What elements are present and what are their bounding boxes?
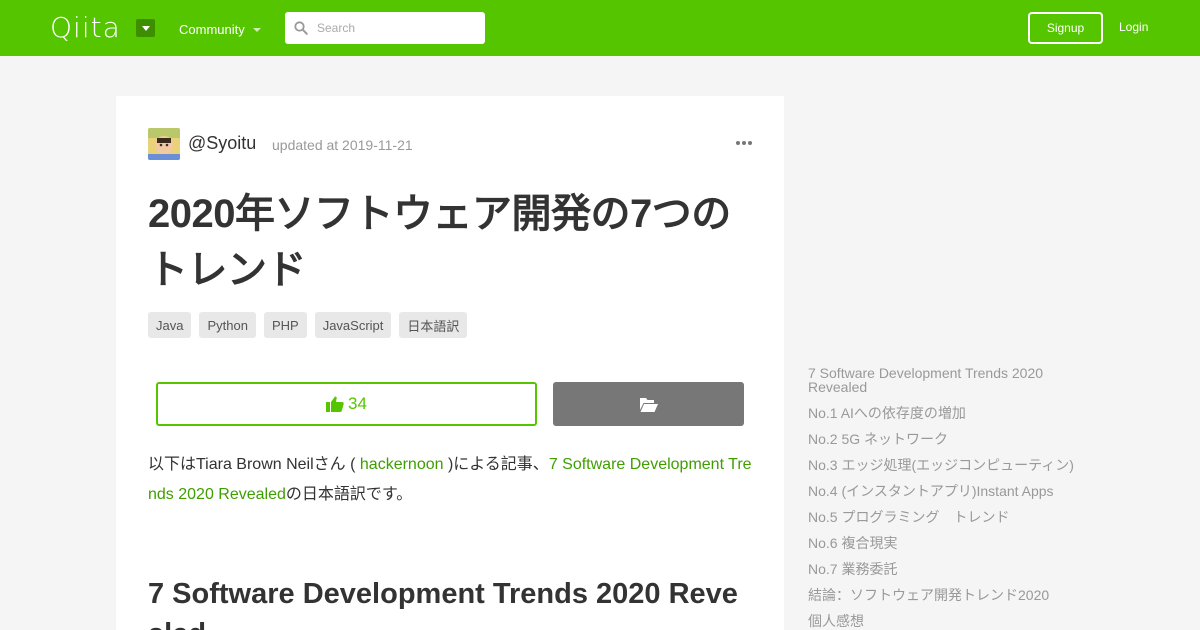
more-options-icon[interactable] — [736, 141, 752, 145]
signup-button[interactable]: Signup — [1028, 12, 1103, 44]
toc-item[interactable]: No.2 5G ネットワーク — [808, 432, 1098, 446]
intro-text-3: の日本語訳です。 — [285, 486, 413, 503]
caret-down-icon — [141, 25, 150, 31]
article-card: @Syoitu updated at 2019-11-21 2020年ソフトウェ… — [116, 96, 784, 630]
hackernoon-link[interactable]: hackernoon — [360, 456, 444, 473]
toc-item[interactable]: 個人感想 — [808, 614, 1098, 628]
global-header: Qiita Community Signup Login — [0, 0, 1200, 56]
toc-item[interactable]: No.5 プログラミング トレンド — [808, 510, 1098, 524]
tag-list: Java Python PHP JavaScript 日本語訳 — [148, 312, 468, 338]
table-of-contents: 7 Software Development Trends 2020 Revea… — [808, 366, 1098, 630]
logo-menu-button[interactable] — [136, 19, 155, 37]
intro-text-2: )による記事、 — [443, 456, 549, 473]
tag-python[interactable]: Python — [199, 312, 256, 338]
toc-item[interactable]: No.7 業務委託 — [808, 562, 1098, 576]
toc-item[interactable]: No.1 AIへの依存度の増加 — [808, 406, 1098, 420]
user-avatar[interactable] — [148, 128, 180, 160]
toc-item[interactable]: No.3 エッジ処理(エッジコンピューティン) — [808, 458, 1098, 472]
section-heading: 7 Software Development Trends 2020 Revea… — [148, 578, 738, 630]
caret-down-icon — [252, 27, 261, 32]
toc-item[interactable]: No.6 複合現実 — [808, 536, 1098, 550]
toc-item[interactable]: 結論：ソフトウェア開発トレンド2020 — [808, 588, 1098, 602]
like-button[interactable]: 34 — [156, 382, 537, 426]
tag-java[interactable]: Java — [148, 312, 192, 338]
login-link[interactable]: Login — [1119, 20, 1148, 34]
community-menu[interactable]: Community — [179, 22, 261, 37]
qiita-logo[interactable]: Qiita — [50, 12, 121, 44]
tag-japanese-translation[interactable]: 日本語訳 — [399, 312, 468, 338]
community-label: Community — [179, 22, 245, 37]
article-title: 2020年ソフトウェア開発の7つのトレンド — [148, 192, 731, 292]
tag-javascript[interactable]: JavaScript — [314, 312, 392, 338]
folder-open-icon — [639, 397, 658, 412]
author-username[interactable]: @Syoitu — [188, 133, 256, 154]
avatar-image — [148, 128, 180, 160]
search-box[interactable] — [285, 12, 485, 44]
intro-text-1: 以下はTiara Brown Neilさん ( — [148, 456, 360, 473]
toc-item[interactable]: 7 Software Development Trends 2020 Revea… — [808, 366, 1098, 394]
like-count: 34 — [348, 394, 367, 413]
updated-date: updated at 2019-11-21 — [272, 137, 413, 153]
thumbs-up-icon — [326, 396, 344, 412]
stock-button[interactable] — [553, 382, 744, 426]
toc-item[interactable]: No.4 (インスタントアプリ)Instant Apps — [808, 484, 1098, 498]
search-input[interactable] — [317, 12, 477, 44]
tag-php[interactable]: PHP — [263, 312, 307, 338]
search-icon — [294, 21, 308, 35]
article-intro: 以下はTiara Brown Neilさん ( hackernoon )による記… — [148, 450, 754, 510]
